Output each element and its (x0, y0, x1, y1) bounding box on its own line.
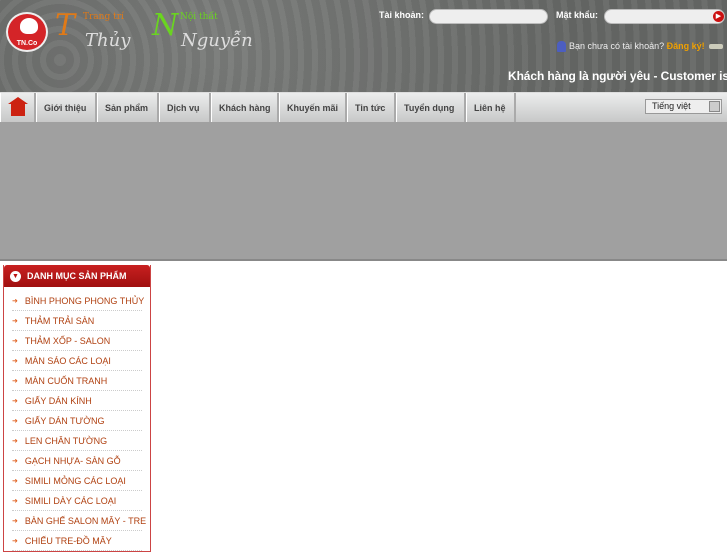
tree-icon (20, 18, 38, 34)
sidebar-item-label: LEN CHÂN TƯỜNG (24, 435, 108, 446)
sidebar-item-label: MÀN SÁO CÁC LOẠI (24, 355, 111, 366)
sidebar-item[interactable]: ➜ GIẤY DÁN KÍNH (12, 391, 142, 411)
sidebar-item[interactable]: ➜ SIMILI MỎNG CÁC LOẠI (12, 471, 142, 491)
account-input[interactable] (429, 9, 548, 24)
product-category-sidebar: ▼ DANH MỤC SẢN PHẨM ➜ BÌNH PHONG PHONG THỦ… (3, 265, 151, 552)
arrow-icon: ➜ (12, 417, 18, 425)
logo-badge[interactable]: TN.Co (6, 12, 48, 52)
sidebar-item[interactable]: ➜ CHIẾU TRE-ĐỒ MÂY (12, 531, 142, 551)
slogan: Khách hàng là người yêu - Customer is (508, 69, 727, 83)
user-icon (557, 41, 566, 53)
sidebar-item[interactable]: ➜ THẢM XỐP - SALON (12, 331, 142, 351)
login-button[interactable]: ▶ (713, 11, 724, 22)
sidebar-item[interactable]: ➜ LEN CHÂN TƯỜNG (12, 431, 142, 451)
nav-san-pham[interactable]: Sản phẩm (97, 93, 159, 123)
key-icon[interactable] (709, 44, 723, 49)
logo-line1: Trang trí (83, 12, 124, 22)
home-icon (7, 97, 28, 116)
logo-name1: Thủy (85, 30, 131, 51)
sidebar-item-label: BÌNH PHONG PHONG THỦY (24, 295, 145, 306)
register-prompt: Bạn chưa có tài khoản? Đăng ký! (557, 41, 705, 53)
nav-tuyen-dung[interactable]: Tuyển dụng (396, 93, 466, 123)
sidebar-item[interactable]: ➜ GẠCH NHỰA- SÀN GỖ (12, 451, 142, 471)
sidebar-item-label: GẠCH NHỰA- SÀN GỖ (24, 455, 121, 466)
sidebar-item[interactable]: ➜ THẢM TRẢI SÀN (12, 311, 142, 331)
arrow-icon: ➜ (12, 297, 18, 305)
sidebar-item-label: MÀN CUỐN TRANH (24, 375, 108, 386)
logo-name2: Nguyễn (181, 30, 253, 51)
arrow-icon: ➜ (12, 437, 18, 445)
nav-tin-tuc[interactable]: Tin tức (347, 93, 396, 123)
arrow-icon: ➜ (12, 357, 18, 365)
logo-badge-text: TN.Co (16, 40, 38, 47)
nav-khuyen-mai[interactable]: Khuyến mãi (279, 93, 347, 123)
logo-letter-n: N (152, 8, 179, 43)
password-label: Mật khẩu: (556, 10, 599, 20)
arrow-icon: ➜ (12, 537, 18, 545)
dropdown-arrow-icon (709, 101, 720, 112)
arrow-icon: ➜ (12, 377, 18, 385)
nav-gioi-thieu[interactable]: Giới thiệu (36, 93, 97, 123)
arrow-icon: ➜ (12, 397, 18, 405)
nav-khach-hang[interactable]: Khách hàng (211, 93, 279, 123)
sidebar-title: DANH MỤC SẢN PHẨM (27, 271, 127, 281)
sidebar-item[interactable]: ➜ BÀN GHẾ SALON MÂY - TRE (12, 511, 146, 531)
sidebar-item-label: GIẤY DÁN TƯỜNG (24, 415, 105, 426)
logo-letter-t: T (55, 8, 76, 43)
sidebar-item-label: THẢM TRẢI SÀN (24, 315, 95, 326)
logo-line2: Nội thất (180, 12, 218, 22)
banner (0, 122, 727, 261)
nav-dich-vu[interactable]: Dịch vụ (159, 93, 211, 123)
no-account-text: Bạn chưa có tài khoản? (569, 41, 665, 51)
main-nav: Giới thiệu Sản phẩm Dịch vụ Khách hàng K… (0, 92, 727, 123)
sidebar-item[interactable]: ➜ MÀN CUỐN TRANH (12, 371, 142, 391)
nav-lien-he[interactable]: Liên hệ (466, 93, 516, 123)
language-select[interactable]: Tiếng việt (645, 99, 722, 114)
language-value: Tiếng việt (652, 101, 691, 111)
sidebar-item-label: CHIẾU TRE-ĐỒ MÂY (24, 535, 112, 546)
sidebar-item-label: SIMILI MỎNG CÁC LOẠI (24, 475, 126, 486)
logo-text[interactable]: T Trang trí N Nội thất Thủy Nguyễn (55, 8, 265, 56)
register-link[interactable]: Đăng ký! (667, 41, 705, 51)
sidebar-item-label: BÀN GHẾ SALON MÂY - TRE (24, 515, 147, 526)
sidebar-item[interactable]: ➜ BÌNH PHONG PHONG THỦY (12, 291, 145, 311)
arrow-icon: ➜ (12, 337, 18, 345)
arrow-icon: ➜ (12, 317, 18, 325)
sidebar-item-label: SIMILI DÀY CÁC LOẠI (24, 495, 117, 506)
arrow-icon: ➜ (12, 497, 18, 505)
arrow-icon: ➜ (12, 477, 18, 485)
account-label: Tài khoản: (379, 10, 425, 20)
sidebar-item[interactable]: ➜ SIMILI DÀY CÁC LOẠI (12, 491, 142, 511)
sidebar-item-label: GIẤY DÁN KÍNH (24, 395, 92, 406)
sidebar-item[interactable]: ➜ GIẤY DÁN TƯỜNG (12, 411, 142, 431)
arrow-icon: ➜ (12, 517, 18, 525)
sidebar-header: ▼ DANH MỤC SẢN PHẨM (4, 265, 150, 287)
arrow-icon: ➜ (12, 457, 18, 465)
chevron-down-icon: ▼ (10, 270, 21, 282)
nav-home[interactable] (0, 93, 36, 123)
sidebar-item-label: THẢM XỐP - SALON (24, 335, 111, 346)
sidebar-item[interactable]: ➜ MÀN SÁO CÁC LOẠI (12, 351, 142, 371)
password-input[interactable] (604, 9, 725, 24)
